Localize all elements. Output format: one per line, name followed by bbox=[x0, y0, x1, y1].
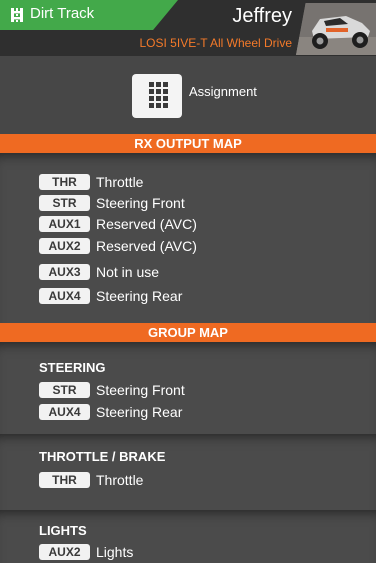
channel-chip: AUX4 bbox=[39, 288, 90, 304]
channel-chip: STR bbox=[39, 382, 90, 398]
rx-row[interactable]: AUX3 Not in use bbox=[39, 263, 159, 281]
group-title: STEERING bbox=[39, 360, 106, 375]
model-image[interactable] bbox=[296, 3, 376, 55]
group-throttle-brake[interactable]: THROTTLE / BRAKE THR Throttle bbox=[0, 434, 376, 510]
track-icon bbox=[11, 8, 23, 22]
user-name[interactable]: Jeffrey bbox=[232, 5, 292, 28]
channel-chip: AUX1 bbox=[39, 216, 90, 232]
channel-label: Throttle bbox=[96, 174, 144, 190]
track-selector[interactable]: Dirt Track bbox=[0, 0, 178, 30]
group-steering[interactable]: STEERING STR Steering Front AUX4 Steerin… bbox=[0, 342, 376, 434]
channel-label: Steering Rear bbox=[96, 404, 183, 420]
assignment-label: Assignment bbox=[189, 84, 257, 99]
assignment-button[interactable] bbox=[132, 74, 182, 118]
channel-label: Lights bbox=[96, 544, 134, 560]
channel-chip: STR bbox=[39, 195, 90, 211]
channel-label: Reserved (AVC) bbox=[96, 216, 197, 232]
channel-label: Steering Front bbox=[96, 195, 185, 211]
channel-chip: AUX2 bbox=[39, 238, 90, 254]
channel-label: Reserved (AVC) bbox=[96, 238, 197, 254]
group-row: STR Steering Front bbox=[39, 381, 185, 399]
rx-output-map-list: THR Throttle STR Steering Front AUX1 Res… bbox=[0, 153, 376, 323]
group-row: AUX2 Lights bbox=[39, 543, 133, 561]
channel-label: Not in use bbox=[96, 264, 160, 280]
group-row: AUX4 Steering Rear bbox=[39, 403, 182, 421]
model-name[interactable]: LOSI 5IVE-T All Wheel Drive bbox=[140, 36, 293, 50]
channel-label: Steering Rear bbox=[96, 288, 183, 304]
grid-icon bbox=[149, 82, 168, 108]
rx-row[interactable]: AUX2 Reserved (AVC) bbox=[39, 237, 197, 255]
channel-label: Throttle bbox=[96, 472, 144, 488]
rx-output-map-header: RX OUTPUT MAP bbox=[0, 134, 376, 153]
channel-chip: AUX3 bbox=[39, 264, 90, 280]
top-header: Dirt Track Jeffrey LOSI 5IVE-T All Wheel… bbox=[0, 0, 376, 56]
group-title: LIGHTS bbox=[39, 523, 87, 538]
rx-row[interactable]: AUX4 Steering Rear bbox=[39, 287, 182, 305]
channel-chip: THR bbox=[39, 174, 90, 190]
channel-chip: AUX2 bbox=[39, 544, 90, 560]
group-title: THROTTLE / BRAKE bbox=[39, 449, 166, 464]
rx-row[interactable]: THR Throttle bbox=[39, 173, 143, 191]
rx-row[interactable]: STR Steering Front bbox=[39, 194, 185, 212]
rx-row[interactable]: AUX1 Reserved (AVC) bbox=[39, 215, 197, 233]
assignment-area: Assignment bbox=[0, 56, 376, 134]
group-row: THR Throttle bbox=[39, 471, 143, 489]
channel-label: Steering Front bbox=[96, 382, 185, 398]
group-map-header: GROUP MAP bbox=[0, 323, 376, 342]
group-lights[interactable]: LIGHTS AUX2 Lights bbox=[0, 510, 376, 563]
track-name: Dirt Track bbox=[30, 5, 95, 22]
channel-chip: AUX4 bbox=[39, 404, 90, 420]
channel-chip: THR bbox=[39, 472, 90, 488]
